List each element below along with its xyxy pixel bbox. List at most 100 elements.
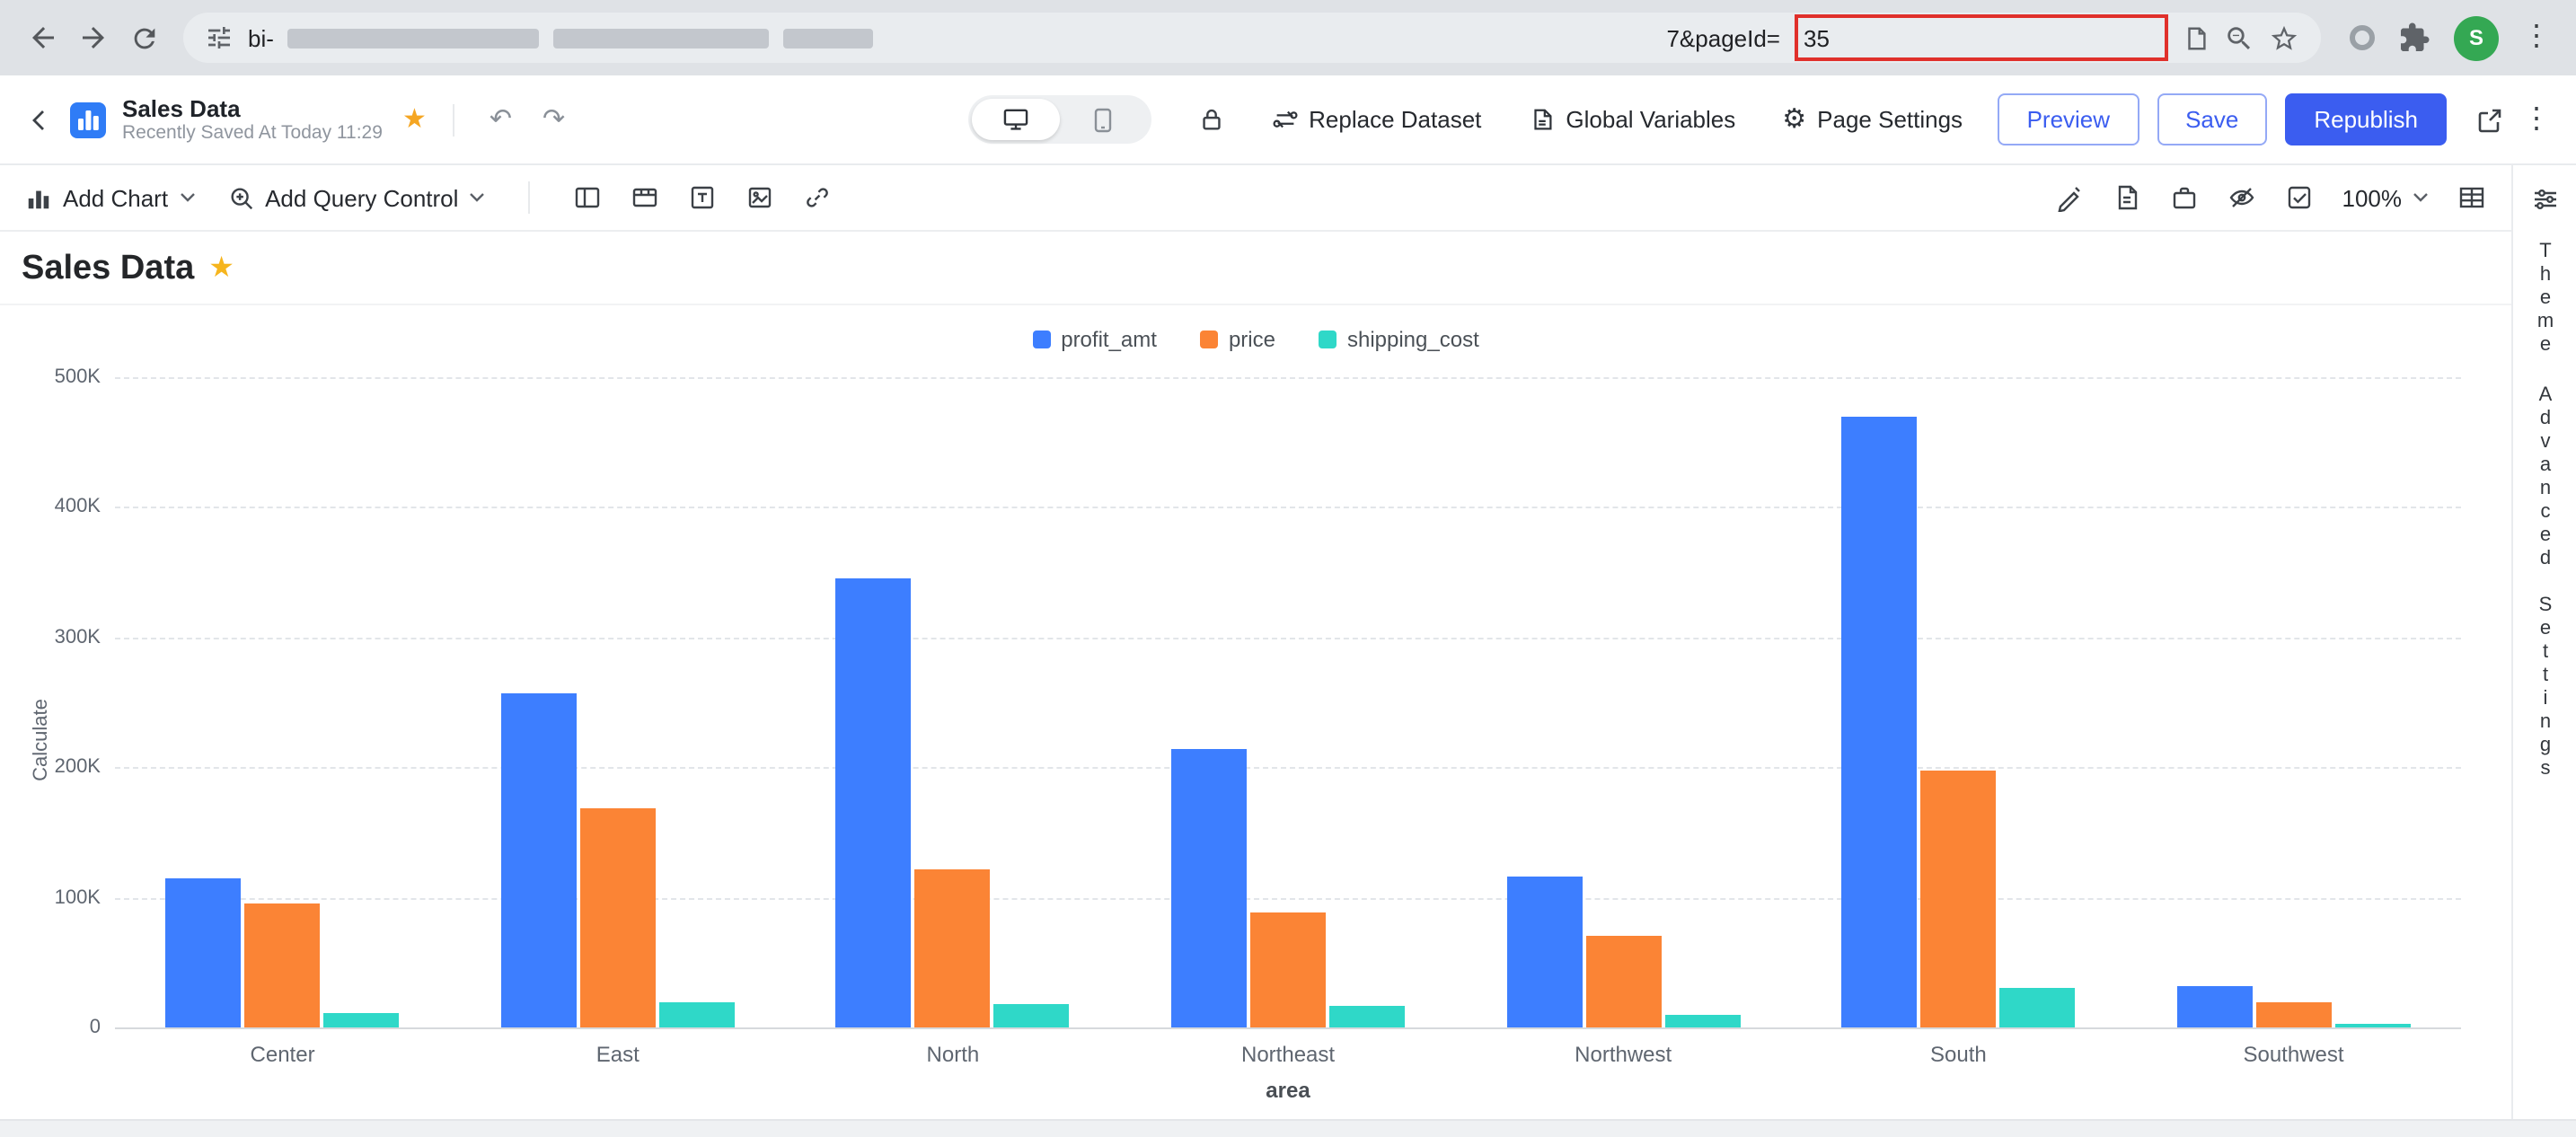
legend-item-profit_amt[interactable]: profit_amt xyxy=(1032,327,1157,352)
bar-groups xyxy=(115,377,2461,1027)
profile-avatar[interactable]: S xyxy=(2454,15,2499,60)
global-variables-button[interactable]: Global Variables xyxy=(1528,106,1735,133)
beautify-button[interactable] xyxy=(2055,183,2084,212)
extensions-puzzle-icon[interactable] xyxy=(2398,22,2430,54)
chevron-down-icon xyxy=(469,192,485,203)
text-widget-button[interactable] xyxy=(688,183,717,212)
page-settings-button[interactable]: ⚙ Page Settings xyxy=(1782,106,1963,133)
browser-back-button[interactable] xyxy=(18,13,68,63)
bar-profit_amt[interactable] xyxy=(166,878,242,1028)
legend-item-shipping_cost[interactable]: shipping_cost xyxy=(1319,327,1479,352)
y-tick-label: 100K xyxy=(55,886,101,908)
browser-forward-button[interactable] xyxy=(68,13,119,63)
bar-price[interactable] xyxy=(915,870,991,1027)
undo-button[interactable]: ↶ xyxy=(482,106,519,133)
x-tick-label: South xyxy=(1791,1042,2126,1067)
bar-profit_amt[interactable] xyxy=(1506,877,1582,1027)
annotation-red-box: 35 xyxy=(1795,14,2168,61)
dashboard-title-row: Sales Data ★ xyxy=(0,232,2511,305)
tab-advanced-settings[interactable]: Advanced Settings xyxy=(2535,384,2554,781)
document-icon xyxy=(2113,183,2141,212)
tab-theme[interactable]: Theme xyxy=(2535,241,2554,357)
link-widget-button[interactable] xyxy=(803,183,832,212)
browser-toolbar: bi- 7&pageId= 35 S ⋮ xyxy=(0,0,2576,75)
watermark-button[interactable] xyxy=(2228,183,2256,212)
toolbox-button[interactable] xyxy=(2170,183,2199,212)
url-redacted-block xyxy=(784,28,874,48)
bar-shipping_cost[interactable] xyxy=(2335,1024,2411,1027)
grid-icon xyxy=(2457,183,2486,212)
monitor-icon xyxy=(1001,108,1028,131)
bar-price[interactable] xyxy=(1250,913,1326,1027)
sliders-icon xyxy=(2530,185,2559,214)
zoom-out-icon[interactable] xyxy=(2224,22,2254,53)
toolbar-right-group: 100% xyxy=(2055,183,2487,212)
dashboard-app-icon xyxy=(70,101,106,137)
dashboard-favorite-star-icon[interactable]: ★ xyxy=(208,255,234,284)
main-area: Add Chart Add Query Control xyxy=(0,165,2576,1119)
bar-profit_amt[interactable] xyxy=(2177,986,2253,1027)
bar-profit_amt[interactable] xyxy=(1171,749,1247,1027)
mobile-mode-button[interactable] xyxy=(1059,99,1147,140)
briefcase-icon xyxy=(2170,183,2199,212)
browser-menu-kebab-icon[interactable]: ⋮ xyxy=(2522,23,2551,52)
add-chart-button[interactable]: Add Chart xyxy=(25,184,195,211)
y-tick-label: 500K xyxy=(55,366,101,388)
bar-price[interactable] xyxy=(1585,937,1661,1027)
bar-shipping_cost[interactable] xyxy=(1664,1016,1740,1027)
bookmark-star-icon[interactable] xyxy=(2269,22,2299,53)
lock-icon[interactable] xyxy=(1197,106,1224,133)
dashboard-canvas: Sales Data ★ profit_amt price shipping_cos… xyxy=(0,232,2511,1119)
bar-shipping_cost[interactable] xyxy=(1329,1007,1405,1027)
bar-price[interactable] xyxy=(2256,1003,2332,1028)
report-button[interactable] xyxy=(2113,183,2141,212)
gridline xyxy=(115,1027,2461,1029)
bar-profit_amt[interactable] xyxy=(1841,416,1917,1027)
redo-button[interactable]: ↷ xyxy=(535,106,572,133)
extension-icon[interactable] xyxy=(2350,25,2375,50)
open-share-icon xyxy=(2475,105,2504,134)
chart-widget[interactable]: Calculate 0100K200K300K400K500K CenterEa… xyxy=(115,377,2461,1103)
favorite-star-icon[interactable]: ★ xyxy=(402,106,427,133)
x-tick-label: Southwest xyxy=(2126,1042,2461,1067)
replace-dataset-button[interactable]: Replace Dataset xyxy=(1271,106,1481,133)
y-axis-title: Calculate xyxy=(31,699,52,781)
back-chevron-icon[interactable] xyxy=(25,105,54,134)
bar-shipping_cost[interactable] xyxy=(659,1001,735,1027)
bar-shipping_cost[interactable] xyxy=(1999,989,2075,1027)
bar-price[interactable] xyxy=(1920,770,1996,1027)
bar-group-southwest xyxy=(2126,377,2461,1027)
bar-price[interactable] xyxy=(245,903,321,1027)
x-tick-label: East xyxy=(450,1042,785,1067)
address-bar[interactable]: bi- 7&pageId= 35 xyxy=(183,13,2321,63)
bar-profit_amt[interactable] xyxy=(501,693,577,1027)
republish-button[interactable]: Republish xyxy=(2285,93,2447,145)
header-menu-kebab-icon[interactable]: ⋮ xyxy=(2522,105,2551,134)
screen: bi- 7&pageId= 35 S ⋮ Sales Data xyxy=(0,0,2576,1137)
todo-check-button[interactable] xyxy=(2285,183,2314,212)
browser-reload-button[interactable] xyxy=(119,13,169,63)
device-mode-toggle[interactable] xyxy=(967,95,1151,144)
desktop-mode-button[interactable] xyxy=(971,99,1059,140)
bar-price[interactable] xyxy=(580,809,656,1027)
tab-widget-button[interactable] xyxy=(631,183,659,212)
style-settings-button[interactable] xyxy=(2530,185,2559,214)
container-widget-button[interactable] xyxy=(573,183,602,212)
add-query-control-button[interactable]: Add Query Control xyxy=(227,184,485,211)
grid-view-button[interactable] xyxy=(2457,183,2486,212)
bar-shipping_cost[interactable] xyxy=(324,1013,400,1027)
preview-button[interactable]: Preview xyxy=(1998,93,2139,145)
zoom-level-select[interactable]: 100% xyxy=(2342,184,2430,211)
global-variables-label: Global Variables xyxy=(1566,106,1735,133)
bar-profit_amt[interactable] xyxy=(836,578,912,1027)
legend-item-price[interactable]: price xyxy=(1200,327,1275,352)
x-tick-label: Northwest xyxy=(1456,1042,1791,1067)
x-tick-label: Center xyxy=(115,1042,450,1067)
bar-shipping_cost[interactable] xyxy=(994,1004,1070,1027)
add-chart-label: Add Chart xyxy=(63,184,168,211)
save-button[interactable]: Save xyxy=(2157,93,2267,145)
address-bar-action-icon[interactable] xyxy=(2183,24,2210,51)
chart-legend: profit_amt price shipping_cost xyxy=(0,323,2511,356)
share-button[interactable] xyxy=(2475,105,2504,134)
image-widget-button[interactable] xyxy=(745,183,774,212)
